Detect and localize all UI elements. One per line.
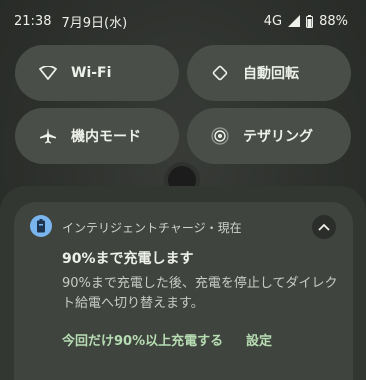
rotate-icon [211, 64, 229, 82]
tile-airplane-label: 機内モード [71, 129, 141, 145]
wifi-icon [39, 64, 57, 82]
tile-auto-rotate[interactable]: 自動回転 [187, 45, 351, 101]
tile-wifi-label: Wi-Fi [71, 65, 112, 81]
tile-airplane-mode[interactable]: 機内モード [15, 108, 179, 164]
battery-icon [306, 14, 314, 28]
network-type: 4G [263, 13, 283, 29]
notification-title: 90%まで充電します [62, 251, 194, 267]
settings-button[interactable]: 設定 [246, 330, 272, 349]
status-bar: 21:38 7月9日(水) 4G 88% [0, 0, 366, 42]
chevron-up-icon [318, 223, 330, 231]
tile-tethering[interactable]: テザリング [187, 108, 351, 164]
battery-percent: 88% [319, 13, 348, 29]
charge-above-90-button[interactable]: 今回だけ90%以上充電する [62, 330, 223, 349]
tile-wifi[interactable]: Wi-Fi [15, 45, 179, 101]
notification-body: 90%まで充電した後、充電を停止してダイレクト給電へ切り替えます。 [62, 276, 338, 311]
hotspot-icon [211, 127, 229, 145]
battery-charge-icon [30, 215, 52, 237]
airplane-icon [39, 127, 57, 145]
tile-tethering-label: テザリング [243, 129, 313, 145]
signal-icon [288, 15, 301, 27]
collapse-button[interactable] [312, 215, 336, 239]
date: 7月9日(水) [61, 15, 128, 31]
screen: 21:38 7月9日(水) 4G 88% Wi-Fi 自動回転 機内モード テザ… [0, 0, 366, 380]
tile-auto-rotate-label: 自動回転 [243, 66, 299, 82]
notification-app-header: インテリジェントチャージ・現在 [62, 221, 242, 235]
clock: 21:38 [14, 13, 52, 29]
